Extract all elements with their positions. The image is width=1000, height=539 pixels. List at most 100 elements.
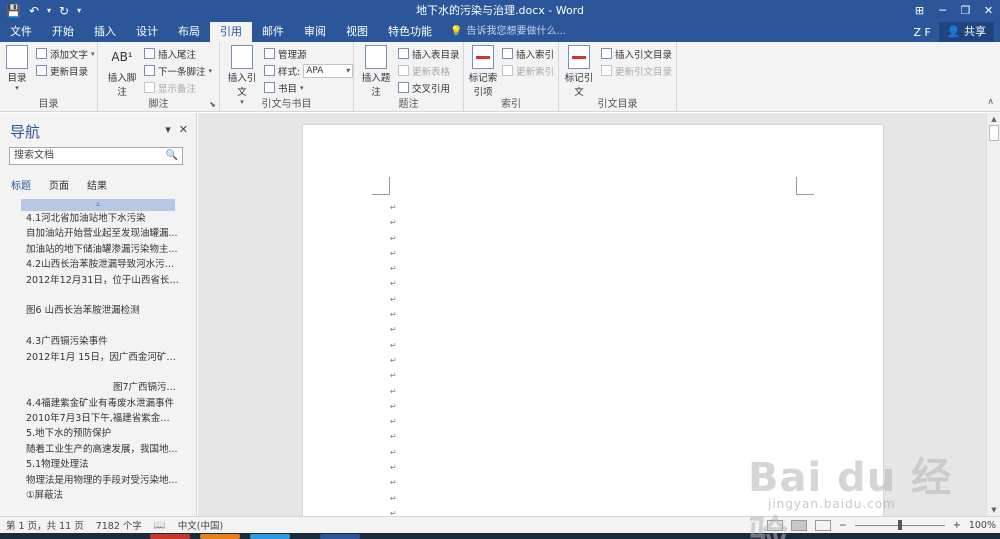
close-icon[interactable]: ✕ [179,123,188,136]
bibliography-button[interactable]: 书目 ▾ [264,80,304,95]
zoom-slider-thumb[interactable] [897,520,902,530]
nav-heading-item[interactable]: 2012年1月 15日，因广西金河矿业... [0,350,197,365]
nav-tab-pages[interactable]: 页面 [49,177,69,192]
mark-citation-button[interactable]: 标记引文 [561,45,597,98]
tab-layout[interactable]: 布局 [168,22,210,42]
paragraph-mark-icon: ↵ [390,493,397,503]
share-button[interactable]: 👤 共享 [938,22,994,42]
nav-heading-item[interactable]: 2012年12月31日，位于山西省长治... [0,273,197,288]
update-toc-button[interactable]: 更新目录 [36,63,88,78]
chevron-down-icon[interactable]: ▾ [165,123,171,136]
insert-endnote-button[interactable]: 插入尾注 [144,46,196,61]
nav-heading-item[interactable]: 2010年7月3日下午,福建省紫金矿业... [0,411,197,426]
insert-footnote-button[interactable]: AB¹ 插入脚注 [104,45,140,98]
ribbon-display-icon[interactable]: ⊞ [908,0,931,22]
nav-controls: ▾ ✕ [165,123,188,136]
chevron-down-icon[interactable]: ▾ [47,0,51,22]
insert-caption-button[interactable]: 插入题注 [358,45,394,98]
style-select[interactable]: 样式: APA [264,63,354,78]
update-table-button[interactable]: 更新表格 [398,63,450,78]
document-area[interactable]: ↵ ↵ ↵ ↵ ↵ ↵ ↵ ↵ ↵ ↵ ↵ ↵ ↵ ↵ ↵ ↵ ↵ ↵ ↵ ↵ ↵ [198,113,986,516]
nav-search-input[interactable]: 搜索文档 🔍 [9,147,183,165]
language-indicator[interactable]: 中文(中国) [172,518,229,532]
read-mode-icon[interactable] [766,520,783,531]
nav-heading-item[interactable]: 4.3广西镉污染事件 [0,334,197,349]
chevron-down-icon[interactable]: ▾ [77,0,81,22]
insert-index-button[interactable]: 插入索引 [502,46,554,61]
share-label: 共享 [964,25,986,38]
nav-heading-item[interactable]: 图6 山西长治苯胺泄漏检测 [0,303,197,318]
collapse-all-icon[interactable]: ⩡ [21,199,175,211]
cross-reference-button[interactable]: 交叉引用 [398,80,450,95]
nav-tab-headings[interactable]: 标题 [11,177,31,192]
navigation-pane: 导航 ▾ ✕ 搜索文档 🔍 标题 页面 结果 ⩡ 4.1河北省加油站地下水污染自… [0,113,197,516]
tab-insert[interactable]: 插入 [84,22,126,42]
collapse-ribbon-icon[interactable]: ∧ [987,97,994,107]
tab-special-features[interactable]: 特色功能 [378,22,442,42]
paragraph-mark-icon: ↵ [390,279,397,289]
zoom-in-button[interactable]: + [953,520,961,531]
add-text-button[interactable]: 添加文字 ▾ [36,46,95,61]
nav-heading-item[interactable]: 5.1物理处理法 [0,457,197,472]
restore-icon[interactable]: ❐ [954,0,977,22]
nav-heading-item[interactable]: 图7广西镉污... [0,380,197,395]
nav-heading-item[interactable]: 5.地下水的预防保护 [0,426,197,441]
nav-heading-item[interactable]: 随着工业生产的高速发展，我国地... [0,442,197,457]
page-count[interactable]: 第 1 页，共 11 页 [0,518,90,532]
group-label: 题注 [398,99,419,110]
chevron-down-icon: ▾ [91,49,95,58]
mark-entry-button[interactable]: 标记索引项 [466,45,500,98]
nav-heading-item[interactable]: 4.1河北省加油站地下水污染 [0,211,197,226]
toc-button[interactable]: 目录 ▾ [6,45,28,92]
scroll-down-icon[interactable]: ▼ [987,506,1000,514]
nav-heading-item[interactable]: 物理法是用物理的手段对受污染地... [0,473,197,488]
minimize-icon[interactable]: ─ [931,0,954,22]
nav-tab-results[interactable]: 结果 [87,177,107,192]
nav-heading-item[interactable]: 4.2山西长治苯胺泄漏导致河水污染... [0,257,197,272]
user-initials[interactable]: Z F [913,26,930,39]
zoom-out-button[interactable]: − [839,520,847,531]
scroll-up-icon[interactable]: ▲ [987,115,1000,123]
nav-heading-item[interactable]: 自加油站开始营业起至发现油罐漏... [0,226,197,241]
word-count[interactable]: 7182 个字 [90,518,148,532]
search-icon[interactable]: 🔍 [166,148,178,164]
zoom-slider[interactable] [854,520,945,530]
vertical-scrollbar[interactable]: ▲ ▼ [986,113,1000,516]
undo-icon[interactable]: ↶ [29,0,39,22]
nav-heading-item[interactable]: ①屏蔽法 [0,488,197,503]
tab-review[interactable]: 审阅 [294,22,336,42]
tab-home[interactable]: 开始 [42,22,84,42]
insert-toa-button[interactable]: 插入引文目录 [601,46,672,61]
style-dropdown[interactable]: APA [303,63,354,78]
zoom-level[interactable]: 100% [969,520,996,531]
proofing-icon[interactable]: 📖 [148,520,172,531]
document-page[interactable]: ↵ ↵ ↵ ↵ ↵ ↵ ↵ ↵ ↵ ↵ ↵ ↵ ↵ ↵ ↵ ↵ ↵ ↵ ↵ ↵ ↵ [303,125,883,516]
next-footnote-button[interactable]: 下一条脚注 ▾ [144,63,212,78]
nav-heading-item[interactable]: 4.4福建紫金矿业有毒废水泄漏事件 [0,396,197,411]
redo-icon[interactable]: ↻ [59,0,69,22]
tab-mailings[interactable]: 邮件 [252,22,294,42]
group-footnotes: AB¹ 插入脚注 插入尾注 下一条脚注 ▾ 显示备注 脚注 ⬊ [98,42,220,112]
manage-sources-button[interactable]: 管理源 [264,46,307,61]
print-layout-icon[interactable] [790,520,807,531]
close-icon[interactable]: ✕ [977,0,1000,22]
save-icon[interactable]: 💾 [6,0,21,22]
tell-me-box[interactable]: 💡 告诉我您想要做什么... [450,22,566,42]
tab-view[interactable]: 视图 [336,22,378,42]
dialog-launcher-icon[interactable]: ⬊ [209,100,216,109]
tab-references[interactable]: 引用 [210,22,252,42]
tab-file[interactable]: 文件 [0,22,42,42]
update-index-button[interactable]: 更新索引 [502,63,554,78]
web-layout-icon[interactable] [814,520,831,531]
show-notes-button[interactable]: 显示备注 [144,80,196,95]
scroll-thumb[interactable] [989,125,999,141]
nav-heading-item[interactable]: 加油站的地下储油罐渗漏污染物主... [0,242,197,257]
taskbar-item[interactable] [200,534,240,539]
tab-design[interactable]: 设计 [126,22,168,42]
taskbar-item[interactable] [150,534,190,539]
insert-table-of-figures-button[interactable]: 插入表目录 [398,46,460,61]
taskbar-item[interactable] [320,534,360,539]
update-toa-button[interactable]: 更新引文目录 [601,63,672,78]
taskbar-item[interactable] [250,534,290,539]
paragraph-mark-icon: ↵ [390,432,397,442]
